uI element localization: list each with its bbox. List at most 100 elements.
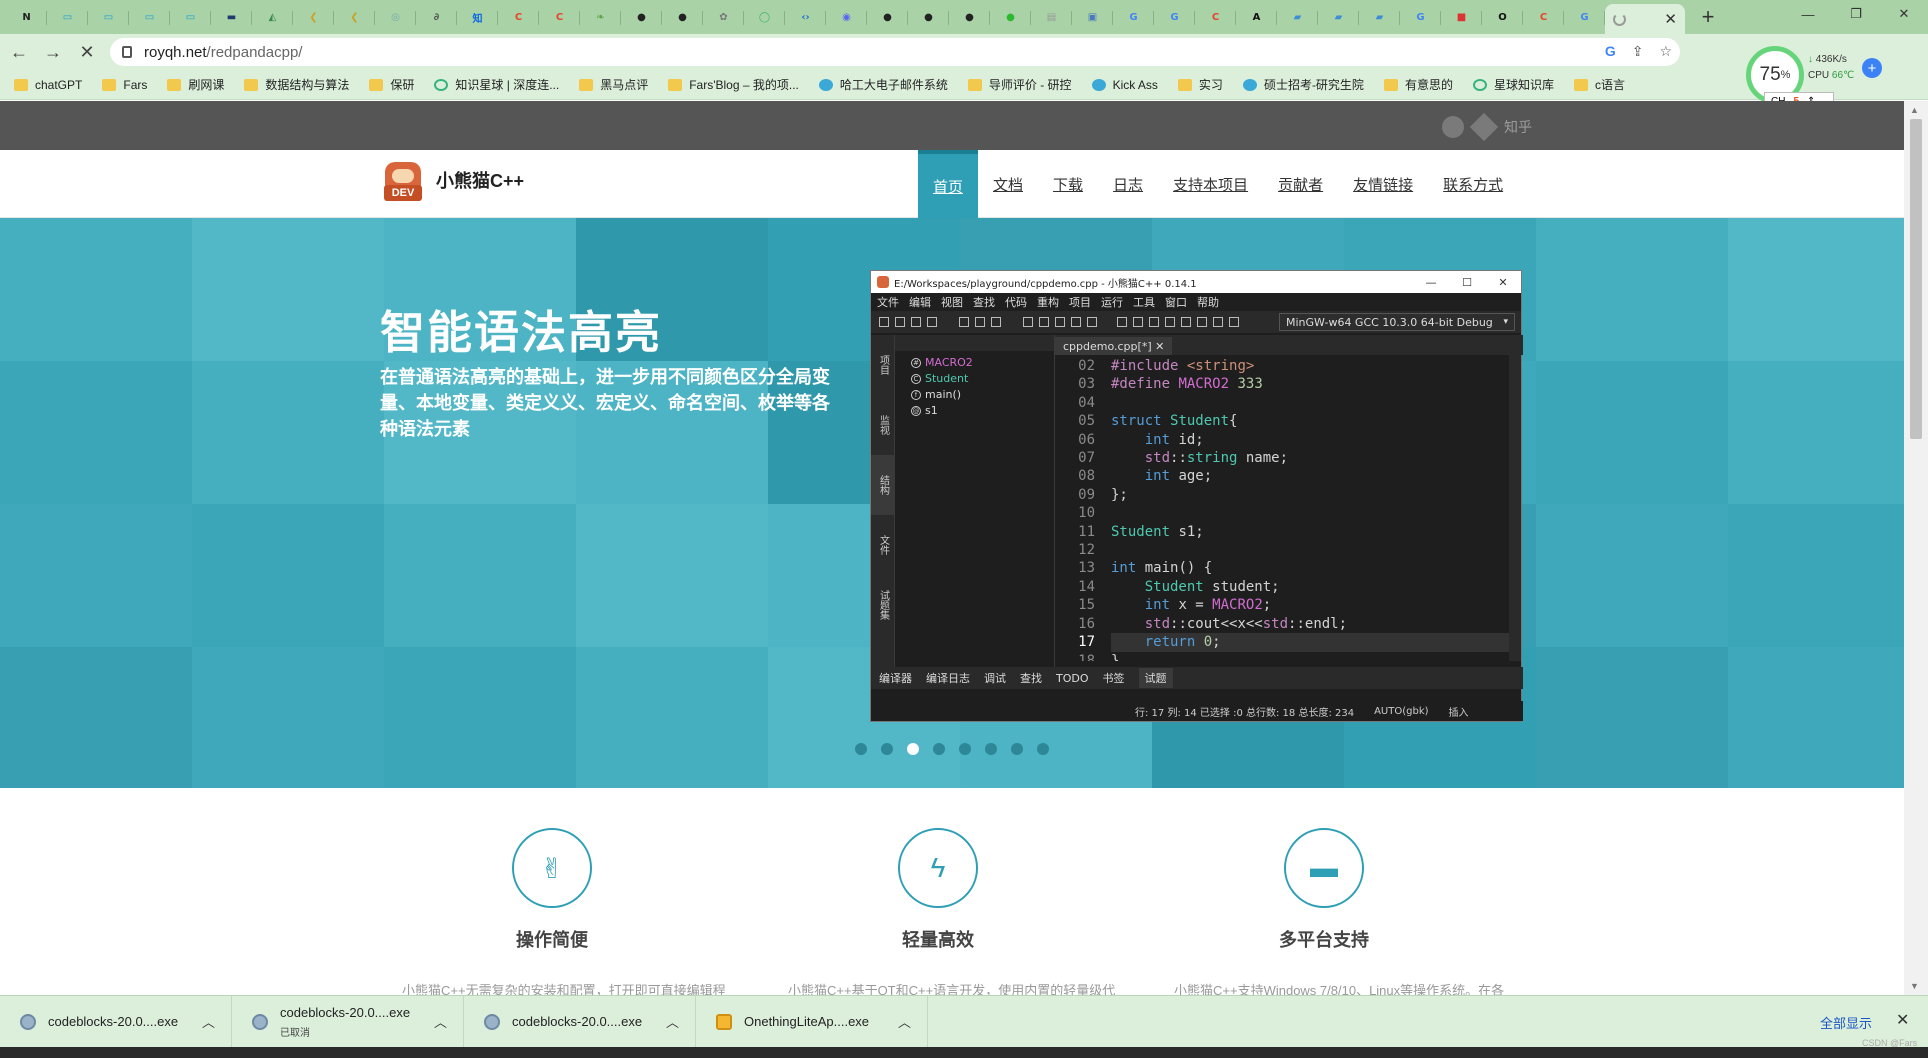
browser-tab[interactable]: ❮ (334, 3, 375, 31)
bookmark-item[interactable]: 星球知识库 (1472, 76, 1554, 93)
carousel-dot[interactable] (1011, 743, 1023, 755)
chevron-up-icon[interactable]: ︿ (434, 1012, 447, 1031)
browser-tab[interactable]: N (6, 3, 47, 31)
add-icon[interactable]: + (1862, 58, 1882, 78)
browser-tab[interactable]: ▰ (1277, 3, 1318, 31)
browser-tab[interactable]: ∂ (416, 3, 457, 31)
nav-link[interactable]: 贡献者 (1263, 150, 1338, 218)
bookmark-item[interactable]: 知识星球 | 深度连... (434, 76, 559, 93)
browser-tab[interactable]: ▬ (211, 3, 252, 31)
browser-tab[interactable]: ● (867, 3, 908, 31)
browser-tab[interactable]: ▤ (1031, 3, 1072, 31)
download-item[interactable]: codeblocks-20.0....exe ︿ (0, 995, 232, 1048)
browser-tab[interactable]: C (1195, 3, 1236, 31)
close-tab-icon[interactable]: ✕ (1664, 10, 1677, 28)
github-icon[interactable] (1442, 116, 1464, 138)
browser-tab[interactable]: G (1113, 3, 1154, 31)
browser-tab[interactable]: ◉ (826, 3, 867, 31)
carousel-dot[interactable] (959, 743, 971, 755)
nav-link[interactable]: 支持本项目 (1158, 150, 1263, 218)
carousel-dot[interactable] (985, 743, 997, 755)
nav-link[interactable]: 首页 (918, 150, 978, 218)
chevron-up-icon[interactable]: ︿ (898, 1012, 911, 1031)
bookmark-item[interactable]: Kick Ass (1091, 78, 1158, 92)
browser-tab[interactable]: O (1482, 3, 1523, 31)
google-translate-icon[interactable]: G (1605, 43, 1616, 60)
bookmark-item[interactable]: Fars (102, 78, 147, 92)
bookmark-item[interactable]: Fars'Blog – 我的项... (668, 76, 799, 93)
browser-tab[interactable]: G (1564, 3, 1605, 31)
chevron-up-icon[interactable]: ︿ (202, 1012, 215, 1031)
browser-tab[interactable]: ▭ (47, 3, 88, 31)
nav-link[interactable]: 友情链接 (1338, 150, 1428, 218)
browser-tab[interactable]: C (539, 3, 580, 31)
browser-tab[interactable]: ● (662, 3, 703, 31)
download-item[interactable]: codeblocks-20.0....exe ︿ (464, 995, 696, 1048)
zhihu-link[interactable]: 知乎 (1504, 117, 1532, 137)
bookmark-item[interactable]: 刷网课 (167, 76, 224, 93)
chevron-up-icon[interactable]: ︿ (666, 1012, 679, 1031)
bookmark-item[interactable]: 数据结构与算法 (244, 76, 349, 93)
nav-link[interactable]: 日志 (1098, 150, 1158, 218)
bookmark-item[interactable]: 导师评价 - 研控 (967, 76, 1072, 93)
nav-link[interactable]: 联系方式 (1428, 150, 1518, 218)
restore-button[interactable]: ❐ (1832, 0, 1880, 28)
bookmark-item[interactable]: 实习 (1177, 76, 1223, 93)
browser-tab[interactable]: 知 (457, 3, 498, 31)
browser-tab[interactable]: A (1236, 3, 1277, 31)
browser-tab[interactable]: C (498, 3, 539, 31)
bookmark-item[interactable]: c语言 (1573, 76, 1625, 93)
carousel-dot[interactable] (907, 743, 919, 755)
browser-tab[interactable]: ● (949, 3, 990, 31)
browser-tab[interactable]: ● (908, 3, 949, 31)
bookmark-star-icon[interactable]: ☆ (1659, 43, 1672, 60)
browser-tab[interactable]: ✿ (703, 3, 744, 31)
carousel-dot[interactable] (933, 743, 945, 755)
carousel-dot[interactable] (1037, 743, 1049, 755)
stop-button[interactable]: ✕ (72, 42, 102, 63)
brand[interactable]: DEV 小熊猫C++ (382, 159, 524, 201)
show-all-downloads-link[interactable]: 全部显示 (1820, 1013, 1872, 1032)
bookmark-item[interactable]: 哈工大电子邮件系统 (818, 76, 948, 93)
browser-tab[interactable]: ▭ (88, 3, 129, 31)
bookmark-item[interactable]: 保研 (369, 76, 414, 93)
browser-tab[interactable]: G (1154, 3, 1195, 31)
browser-tab[interactable]: ◭ (252, 3, 293, 31)
back-button[interactable]: ← (4, 42, 34, 63)
browser-tab[interactable]: ❮ (293, 3, 334, 31)
scroll-down-icon[interactable]: ▼ (1910, 981, 1919, 991)
scroll-up-icon[interactable]: ▲ (1910, 105, 1919, 115)
close-shelf-icon[interactable]: ✕ (1896, 1010, 1909, 1030)
new-tab-button[interactable]: + (1691, 4, 1725, 30)
bookmark-item[interactable]: 硕士招考-研究生院 (1242, 76, 1364, 93)
zhihu-icon[interactable] (1469, 112, 1499, 142)
browser-tab[interactable]: ▣ (1072, 3, 1113, 31)
download-item[interactable]: OnethingLiteAp....exe ︿ (696, 995, 928, 1048)
browser-tab[interactable]: ❧ (580, 3, 621, 31)
nav-link[interactable]: 文档 (978, 150, 1038, 218)
browser-tab[interactable]: C (1523, 3, 1564, 31)
share-icon[interactable]: ⇪ (1632, 43, 1644, 60)
download-item[interactable]: codeblocks-20.0....exe 已取消 ︿ (232, 995, 464, 1048)
scroll-thumb[interactable] (1910, 119, 1922, 439)
bookmark-item[interactable]: chatGPT (14, 78, 82, 92)
browser-tab[interactable]: G (1400, 3, 1441, 31)
browser-tab[interactable]: ▰ (1359, 3, 1400, 31)
browser-tab[interactable]: ● (990, 3, 1031, 31)
carousel-dot[interactable] (881, 743, 893, 755)
active-tab[interactable]: ✕ (1605, 4, 1685, 34)
browser-tab[interactable]: ● (621, 3, 662, 31)
forward-button[interactable]: → (38, 42, 68, 63)
browser-tab[interactable]: ▰ (1318, 3, 1359, 31)
browser-tab[interactable]: ‹› (785, 3, 826, 31)
carousel-dot[interactable] (855, 743, 867, 755)
browser-tab[interactable]: ▭ (170, 3, 211, 31)
minimize-button[interactable]: — (1784, 0, 1832, 28)
browser-tab[interactable]: ■ (1441, 3, 1482, 31)
browser-tab[interactable]: ▭ (129, 3, 170, 31)
nav-link[interactable]: 下载 (1038, 150, 1098, 218)
page-scrollbar[interactable]: ▲ ▼ (1904, 101, 1928, 995)
bookmark-item[interactable]: 黑马点评 (579, 76, 648, 93)
close-window-button[interactable]: ✕ (1880, 0, 1928, 28)
browser-tab[interactable]: ◎ (375, 3, 416, 31)
